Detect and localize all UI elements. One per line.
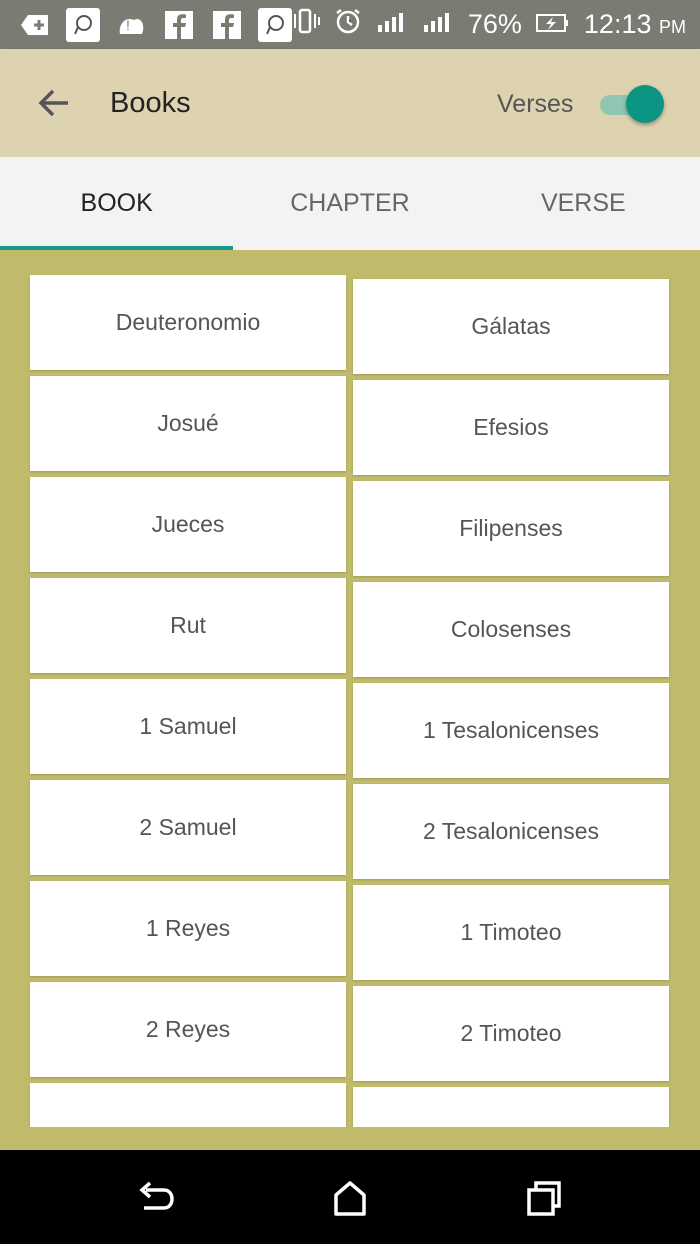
signal-icon [376,9,408,40]
add-icon [18,8,52,42]
social-app-icon [66,8,100,42]
book-item-partial[interactable] [30,1083,346,1127]
book-column-left: Deuteronomio Josué Jueces Rut 1 Samuel 2… [30,275,346,1127]
book-item[interactable]: 1 Tesalonicenses [353,683,669,778]
clock: 12:13 PM [584,9,686,40]
navigation-bar [0,1150,700,1244]
book-item-partial[interactable] [353,1087,669,1127]
book-item[interactable]: 2 Reyes [30,982,346,1077]
battery-charging-icon [535,9,570,40]
status-bar: ! 76% 12:13 PM [0,0,700,49]
verses-toggle-label: Verses [497,90,574,118]
facebook-icon [210,8,244,42]
tab-verse[interactable]: VERSE [467,157,700,250]
book-item[interactable]: Efesios [353,380,669,475]
tab-chapter[interactable]: CHAPTER [233,157,466,250]
social-app-icon [258,8,292,42]
clock-suffix: PM [659,17,686,37]
notification-icons: ! [18,8,292,42]
book-grid: Deuteronomio Josué Jueces Rut 1 Samuel 2… [0,250,700,1127]
page-title: Books [110,87,191,119]
tab-book[interactable]: BOOK [0,157,234,250]
weather-alert-icon: ! [114,8,148,42]
book-item[interactable]: 2 Tesalonicenses [353,784,669,879]
book-column-right: Gálatas Efesios Filipenses Colosenses 1 … [353,279,669,1127]
book-item[interactable]: Josué [30,376,346,471]
book-item[interactable]: Filipenses [353,481,669,576]
book-item[interactable]: 2 Timoteo [353,986,669,1081]
book-item[interactable]: Jueces [30,477,346,572]
back-arrow-icon[interactable] [34,83,74,123]
book-item[interactable]: 1 Samuel [30,679,346,774]
book-item[interactable]: 1 Timoteo [353,885,669,980]
book-item[interactable]: Gálatas [353,279,669,374]
app-bar: Books Verses [0,49,700,157]
tab-bar: BOOK CHAPTER VERSE [0,157,700,250]
system-indicators: 76% 12:13 PM [289,0,686,49]
back-nav-icon[interactable] [136,1178,176,1218]
vibrate-icon [289,8,320,41]
book-item[interactable]: Deuteronomio [30,275,346,370]
facebook-icon [162,8,196,42]
recents-nav-icon[interactable] [524,1178,564,1218]
book-item[interactable]: Colosenses [353,582,669,677]
book-item[interactable]: Rut [30,578,346,673]
battery-percent: 76% [467,9,522,39]
signal-icon [422,9,454,40]
alarm-icon [334,7,362,42]
book-item[interactable]: 1 Reyes [30,881,346,976]
toggle-knob [626,85,664,123]
book-item[interactable]: 2 Samuel [30,780,346,875]
svg-text:!: ! [126,17,130,33]
clock-time: 12:13 [583,9,652,39]
home-nav-icon[interactable] [330,1178,370,1218]
verses-toggle[interactable] [596,85,666,125]
